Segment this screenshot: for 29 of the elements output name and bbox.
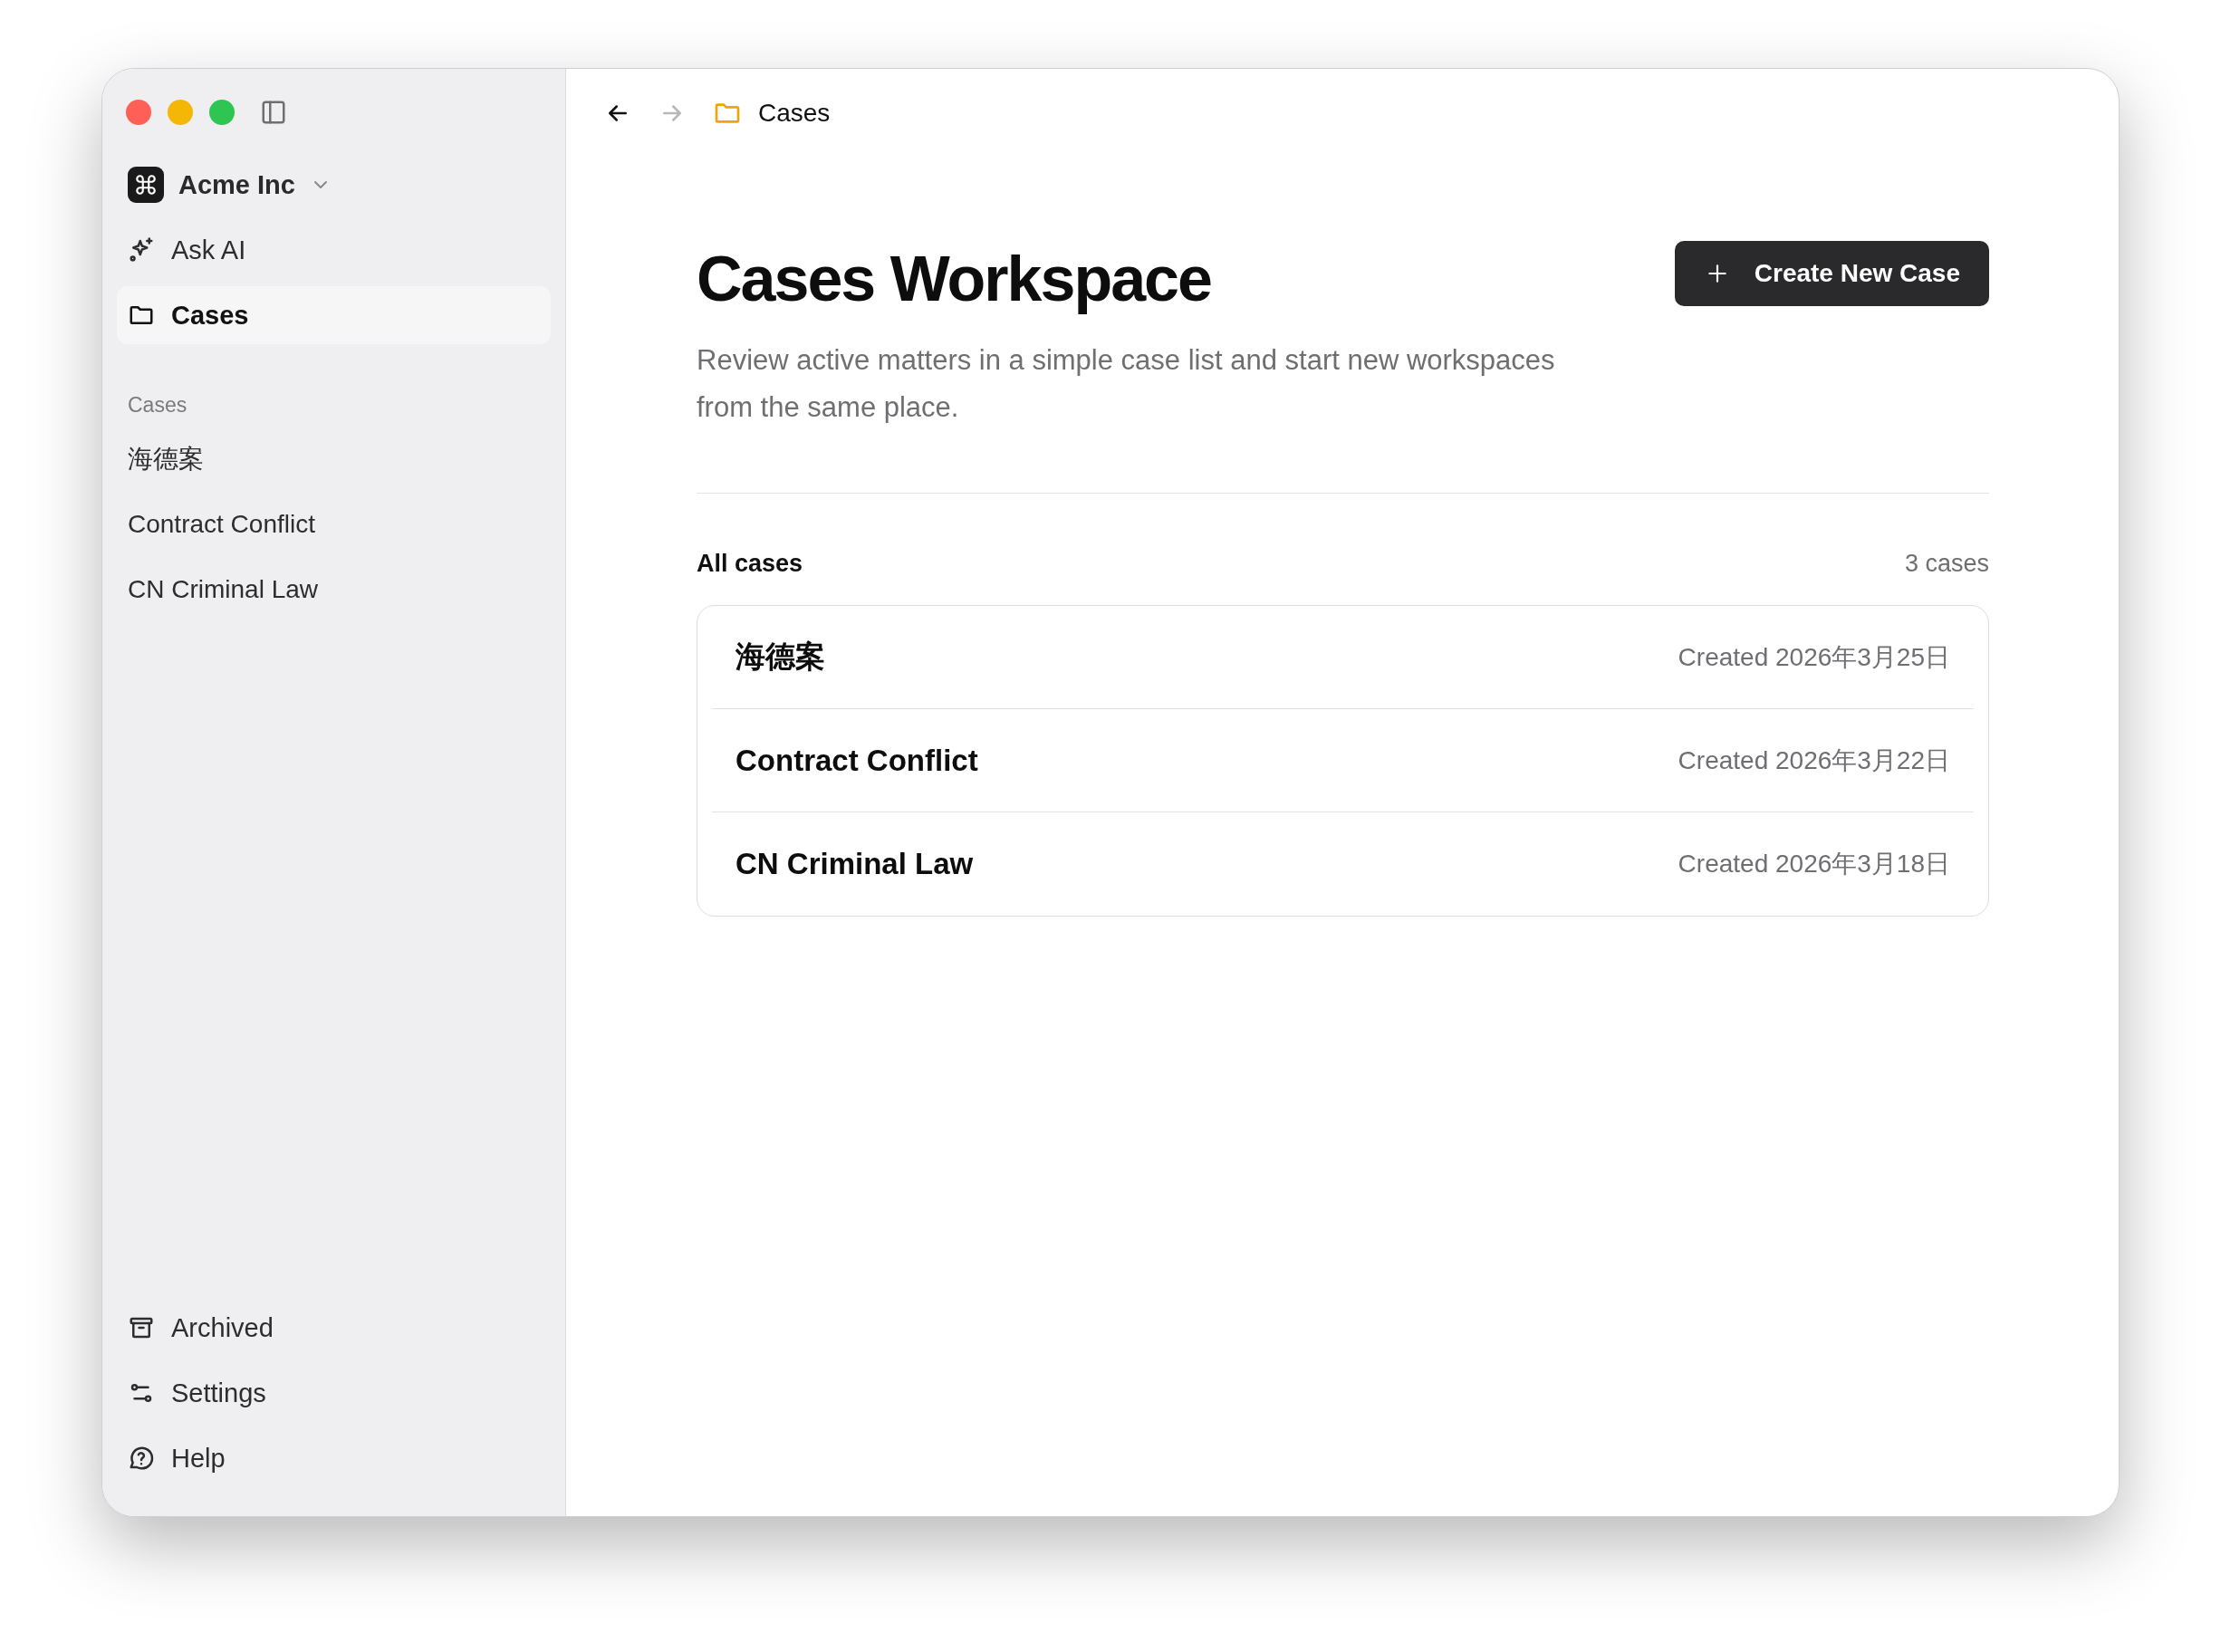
breadcrumb[interactable]: Cases: [758, 99, 831, 128]
create-case-button[interactable]: Create New Case: [1674, 241, 1989, 306]
help-icon: [128, 1445, 155, 1472]
workspace-name[interactable]: Acme Inc: [178, 169, 295, 200]
section-title: Cases: [128, 393, 188, 418]
sidebar-toggle-icon[interactable]: [260, 99, 287, 126]
sparkle-icon: [128, 236, 155, 264]
sidebar-case-item[interactable]: 海德案: [117, 430, 551, 488]
page-description: Review active matters in a simple case list and start new workspaces from the same place.: [697, 343, 1556, 425]
minimize-button[interactable]: [168, 100, 193, 125]
case-count: 3 cases: [1904, 550, 1989, 578]
zoom-button[interactable]: [209, 100, 235, 125]
case-name[interactable]: Contract Conflict: [736, 743, 978, 778]
case-name[interactable]: CN Criminal Law: [736, 847, 974, 881]
sidebar-case-item[interactable]: CN Criminal Law: [117, 561, 551, 619]
list-title: All cases: [697, 550, 803, 578]
sidebar-item[interactable]: Settings: [117, 1364, 551, 1422]
case-name[interactable]: 海德案: [736, 637, 825, 677]
created-date: Created 2026年3月25日: [1678, 641, 1950, 673]
sidebar-item[interactable]: Cases: [117, 286, 551, 344]
close-button[interactable]: [126, 100, 151, 125]
sidebar-item[interactable]: Archived: [117, 1299, 551, 1357]
sidebar-item[interactable]: Help: [117, 1429, 551, 1487]
sidebar-case-item[interactable]: Contract Conflict: [117, 495, 551, 553]
command-icon: [134, 173, 158, 197]
page-title: Cases Workspace: [697, 243, 1212, 316]
sidebar-item[interactable]: Ask AI: [117, 221, 551, 279]
created-date: Created 2026年3月18日: [1678, 849, 1950, 879]
created-date: Created 2026年3月22日: [1678, 744, 1950, 776]
